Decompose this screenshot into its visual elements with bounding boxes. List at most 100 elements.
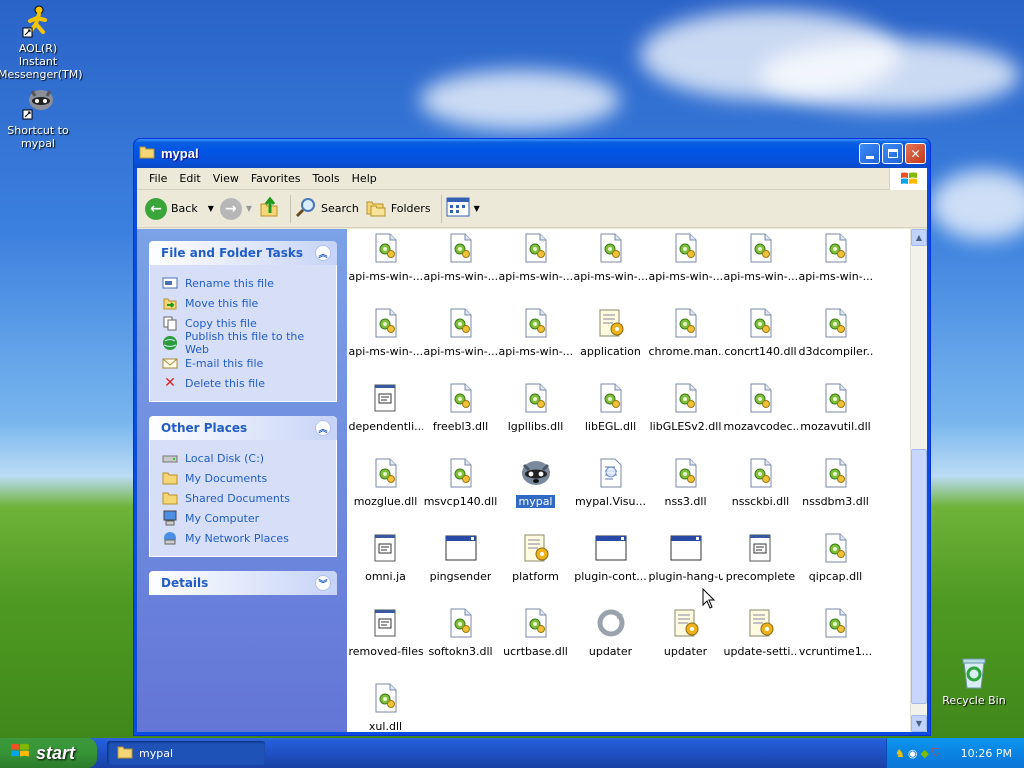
- file-item[interactable]: api-ms-win-...: [798, 229, 873, 304]
- file-item[interactable]: libEGL.dll: [573, 379, 648, 454]
- file-name: libEGL.dll: [584, 420, 637, 433]
- file-item[interactable]: api-ms-win-...: [348, 304, 423, 379]
- file-item[interactable]: api-ms-win-...: [648, 229, 723, 304]
- file-item[interactable]: api-ms-win-...: [423, 304, 498, 379]
- close-button[interactable]: ✕: [905, 143, 926, 164]
- file-item[interactable]: updater: [573, 604, 648, 679]
- file-item[interactable]: freebl3.dll: [423, 379, 498, 454]
- file-item[interactable]: mozglue.dll: [348, 454, 423, 529]
- taskbar-item-mypal[interactable]: mypal: [107, 741, 265, 765]
- desktop-icon-aim[interactable]: AOL(R) Instant Messenger(TM): [0, 4, 83, 81]
- search-button[interactable]: Search: [295, 196, 359, 221]
- file-item[interactable]: vcruntime1...: [798, 604, 873, 679]
- dll-file-icon: [820, 232, 852, 264]
- file-item[interactable]: api-ms-win-...: [723, 229, 798, 304]
- panel-header[interactable]: File and Folder Tasks ︽: [149, 241, 337, 265]
- panel-header[interactable]: Other Places ︽: [149, 416, 337, 440]
- file-item[interactable]: xul.dll: [348, 679, 423, 732]
- file-item[interactable]: precomplete: [723, 529, 798, 604]
- minimize-button[interactable]: [859, 143, 880, 164]
- start-button[interactable]: start: [0, 738, 97, 768]
- file-item[interactable]: update-setti...: [723, 604, 798, 679]
- file-item[interactable]: api-ms-win-...: [348, 229, 423, 304]
- file-item[interactable]: pingsender: [423, 529, 498, 604]
- file-item[interactable]: application: [573, 304, 648, 379]
- place-my-network[interactable]: My Network Places: [162, 528, 330, 548]
- file-name: mypal: [516, 495, 555, 508]
- shield-alert-icon[interactable]: ⛉: [932, 746, 940, 760]
- panel-body: Local Disk (C:) My Documents Shared Docu…: [149, 440, 337, 557]
- task-move[interactable]: Move this file: [162, 293, 330, 313]
- file-item[interactable]: d3dcompiler...: [798, 304, 873, 379]
- file-item[interactable]: ucrtbase.dll: [498, 604, 573, 679]
- up-folder-button[interactable]: [258, 196, 280, 221]
- file-item[interactable]: plugin-cont...: [573, 529, 648, 604]
- place-my-documents[interactable]: My Documents: [162, 468, 330, 488]
- file-item[interactable]: dependentli...: [348, 379, 423, 454]
- file-item[interactable]: platform: [498, 529, 573, 604]
- desktop-icon-mypal-shortcut[interactable]: Shortcut to mypal: [0, 86, 78, 150]
- task-publish[interactable]: Publish this file to the Web: [162, 330, 330, 356]
- task-email[interactable]: E-mail this file: [162, 353, 330, 373]
- dll-file-icon: [745, 457, 777, 489]
- file-item[interactable]: mypal: [498, 454, 573, 529]
- file-item[interactable]: omni.ja: [348, 529, 423, 604]
- expand-icon[interactable]: ︾: [315, 575, 331, 591]
- clock[interactable]: 10:26 PM: [961, 747, 1024, 760]
- dll-file-icon: [370, 457, 402, 489]
- menu-help[interactable]: Help: [348, 172, 385, 185]
- file-item[interactable]: concrt140.dll: [723, 304, 798, 379]
- place-my-computer[interactable]: My Computer: [162, 508, 330, 528]
- task-rename[interactable]: Rename this file: [162, 273, 330, 293]
- file-item[interactable]: nss3.dll: [648, 454, 723, 529]
- vertical-scrollbar[interactable]: ▲ ▼: [910, 229, 927, 732]
- scroll-thumb[interactable]: [911, 449, 927, 704]
- menu-view[interactable]: View: [209, 172, 247, 185]
- forward-arrow-icon: →: [219, 197, 242, 220]
- scroll-down-button[interactable]: ▼: [911, 715, 927, 732]
- file-item[interactable]: msvcp140.dll: [423, 454, 498, 529]
- file-item[interactable]: qipcap.dll: [798, 529, 873, 604]
- file-item[interactable]: mozavutil.dll: [798, 379, 873, 454]
- menu-edit[interactable]: Edit: [175, 172, 208, 185]
- file-item[interactable]: libGLESv2.dll: [648, 379, 723, 454]
- window-body: File Edit View Favorites Tools Help ← Ba…: [137, 168, 927, 732]
- security-tray-icon[interactable]: ◆: [920, 747, 928, 760]
- menu-favorites[interactable]: Favorites: [247, 172, 309, 185]
- file-item[interactable]: updater: [648, 604, 723, 679]
- file-item[interactable]: lgpllibs.dll: [498, 379, 573, 454]
- file-item[interactable]: api-ms-win-...: [423, 229, 498, 304]
- file-item[interactable]: api-ms-win-...: [498, 229, 573, 304]
- maximize-button[interactable]: [882, 143, 903, 164]
- task-delete[interactable]: ✕ Delete this file: [162, 373, 330, 393]
- title-bar[interactable]: mypal ✕: [134, 139, 930, 168]
- place-local-disk[interactable]: Local Disk (C:): [162, 448, 330, 468]
- scroll-up-button[interactable]: ▲: [911, 229, 927, 246]
- file-item[interactable]: mypal.Visu...: [573, 454, 648, 529]
- back-button[interactable]: ← Back ▼: [145, 197, 214, 220]
- menu-file[interactable]: File: [145, 172, 175, 185]
- folders-button[interactable]: Folders: [365, 196, 431, 221]
- collapse-icon[interactable]: ︽: [315, 420, 331, 436]
- file-item[interactable]: api-ms-win-...: [498, 304, 573, 379]
- dll-file-icon: [595, 382, 627, 414]
- file-item[interactable]: nssckbi.dll: [723, 454, 798, 529]
- aim-tray-icon[interactable]: ♞: [895, 747, 905, 760]
- views-button[interactable]: ▼: [446, 197, 480, 220]
- file-item[interactable]: softokn3.dll: [423, 604, 498, 679]
- file-item[interactable]: chrome.man...: [648, 304, 723, 379]
- collapse-icon[interactable]: ︽: [315, 245, 331, 261]
- file-item[interactable]: nssdbm3.dll: [798, 454, 873, 529]
- menu-tools[interactable]: Tools: [309, 172, 348, 185]
- file-item[interactable]: removed-files: [348, 604, 423, 679]
- panel-header[interactable]: Details ︾: [149, 571, 337, 595]
- network-tray-icon[interactable]: ◉: [908, 747, 918, 760]
- file-item[interactable]: api-ms-win-...: [573, 229, 648, 304]
- desktop-icon-recycle-bin[interactable]: Recycle Bin: [934, 656, 1014, 707]
- doc-file-icon: [745, 532, 777, 564]
- forward-button[interactable]: → ▼: [219, 197, 252, 220]
- file-item[interactable]: mozavcodec...: [723, 379, 798, 454]
- place-shared-documents[interactable]: Shared Documents: [162, 488, 330, 508]
- ini-file-icon: [520, 532, 552, 564]
- file-name: softokn3.dll: [428, 645, 493, 658]
